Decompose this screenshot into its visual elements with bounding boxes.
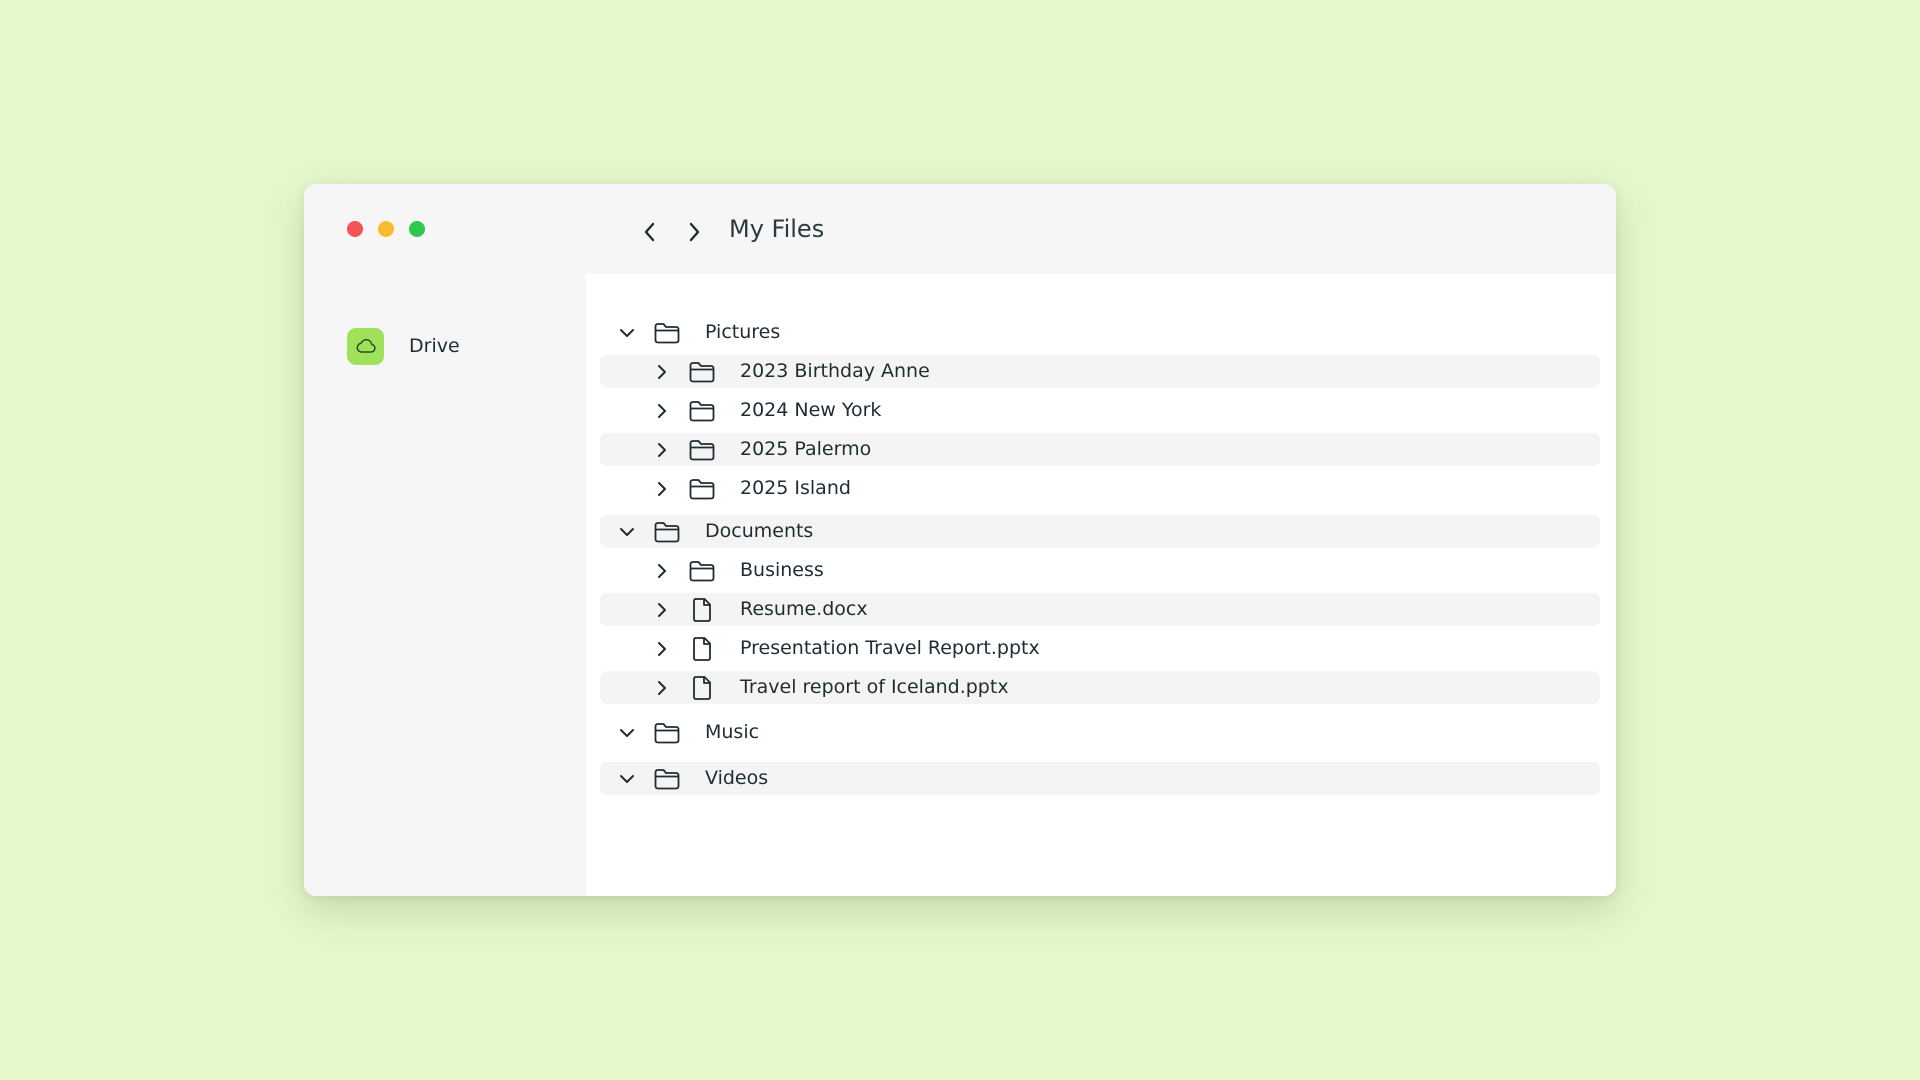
tree-row-documents[interactable]: Documents [600, 515, 1600, 548]
chevron-left-icon [644, 222, 655, 242]
forward-button[interactable] [682, 218, 706, 246]
tree-item-label: 2025 Palermo [740, 438, 872, 460]
chevron-right-icon [689, 222, 700, 242]
chevron-right-icon[interactable] [652, 479, 672, 499]
tree-row-2025-palermo[interactable]: 2025 Palermo [600, 433, 1600, 466]
file-icon [687, 635, 717, 662]
folder-icon [652, 765, 682, 792]
cloud-icon [347, 327, 384, 365]
chevron-down-icon[interactable] [617, 723, 637, 743]
folder-icon [652, 719, 682, 746]
tree-item-label: Videos [705, 767, 769, 789]
tree-row-2024-new-york[interactable]: 2024 New York [600, 394, 1600, 427]
tree-item-label: Pictures [705, 321, 781, 343]
tree-item-label: Resume.docx [740, 598, 868, 620]
back-button[interactable] [638, 218, 662, 246]
tree-row-presentation-travel-report[interactable]: Presentation Travel Report.pptx [600, 632, 1600, 665]
folder-icon [687, 358, 717, 385]
tree-item-label: Presentation Travel Report.pptx [740, 637, 1040, 659]
minimize-window-button[interactable] [378, 221, 394, 237]
tree-row-pictures[interactable]: Pictures [600, 316, 1600, 349]
tree-item-label: 2024 New York [740, 399, 882, 421]
file-tree: Pictures 2023 Birthday Anne 2024 New Yor… [586, 274, 1616, 896]
chevron-right-icon[interactable] [652, 678, 672, 698]
tree-item-label: Business [740, 559, 824, 581]
chevron-right-icon[interactable] [652, 401, 672, 421]
tree-row-business[interactable]: Business [600, 554, 1600, 587]
file-icon [687, 596, 717, 623]
chevron-right-icon[interactable] [652, 440, 672, 460]
tree-item-label: 2025 Island [740, 477, 851, 499]
tree-item-label: 2023 Birthday Anne [740, 360, 930, 382]
file-icon [687, 674, 717, 701]
folder-icon [687, 475, 717, 502]
sidebar: Drive [304, 184, 586, 896]
tree-row-music[interactable]: Music [600, 716, 1600, 749]
page-title: My Files [729, 215, 825, 243]
window-controls [347, 221, 425, 237]
file-manager-window: Drive My Files Pictures 2023 Birthday An… [304, 184, 1616, 896]
chevron-down-icon[interactable] [617, 522, 637, 542]
tree-row-2023-birthday-anne[interactable]: 2023 Birthday Anne [600, 355, 1600, 388]
tree-item-label: Documents [705, 520, 814, 542]
tree-row-travel-report-iceland[interactable]: Travel report of Iceland.pptx [600, 671, 1600, 704]
chevron-right-icon[interactable] [652, 561, 672, 581]
tree-item-label: Travel report of Iceland.pptx [740, 676, 1009, 698]
folder-icon [687, 436, 717, 463]
folder-icon [652, 319, 682, 346]
chevron-down-icon[interactable] [617, 769, 637, 789]
tree-row-videos[interactable]: Videos [600, 762, 1600, 795]
folder-icon [687, 557, 717, 584]
chevron-right-icon[interactable] [652, 362, 672, 382]
maximize-window-button[interactable] [409, 221, 425, 237]
chevron-right-icon[interactable] [652, 639, 672, 659]
close-window-button[interactable] [347, 221, 363, 237]
folder-icon [652, 518, 682, 545]
tree-row-2025-island[interactable]: 2025 Island [600, 472, 1600, 505]
chevron-down-icon[interactable] [617, 323, 637, 343]
folder-icon [687, 397, 717, 424]
tree-item-label: Music [705, 721, 760, 743]
file-tree-panel: Pictures 2023 Birthday Anne 2024 New Yor… [586, 274, 1616, 896]
sidebar-item-drive[interactable]: Drive [347, 326, 460, 366]
sidebar-item-label: Drive [409, 335, 460, 357]
chevron-right-icon[interactable] [652, 600, 672, 620]
tree-row-resume-docx[interactable]: Resume.docx [600, 593, 1600, 626]
